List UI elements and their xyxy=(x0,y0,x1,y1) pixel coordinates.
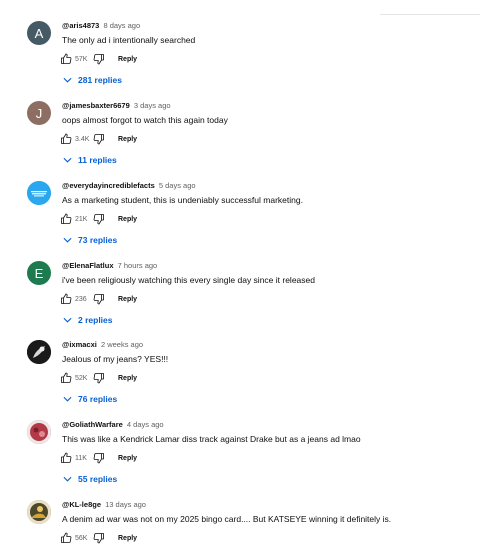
comment-text: A denim ad war was not on my 2025 bingo … xyxy=(62,514,392,524)
thumbs-up-icon xyxy=(61,293,72,304)
comment-text: i've been religiously watching this ever… xyxy=(62,275,315,285)
thumbs-down-icon xyxy=(93,214,104,225)
reply-button[interactable]: Reply xyxy=(118,296,137,303)
like-count: 11K xyxy=(75,454,87,462)
comment-header: @ixmacxi 2 weeks ago xyxy=(62,340,143,350)
channel-logo-image xyxy=(27,181,51,205)
comment-thread: @everydayincrediblefacts 5 days ago As a… xyxy=(0,160,490,245)
avatar-letter: A xyxy=(34,25,44,41)
like-count: 21K xyxy=(75,215,88,223)
reply-button[interactable]: Reply xyxy=(118,455,137,462)
comment-time[interactable]: 2 weeks ago xyxy=(101,340,143,349)
thumbs-up-icon xyxy=(61,213,72,224)
avatar[interactable] xyxy=(27,420,51,444)
comment-author[interactable]: @everydayincrediblefacts xyxy=(62,181,155,190)
reply-button[interactable]: Reply xyxy=(118,56,137,63)
comment-time[interactable]: 13 days ago xyxy=(105,500,146,509)
comment-thread: A @aris4873 8 days ago The only ad i int… xyxy=(0,0,490,85)
profile-photo-image xyxy=(27,340,51,364)
reply-button[interactable]: Reply xyxy=(118,535,137,542)
avatar[interactable] xyxy=(27,500,51,524)
comment-thread: @ixmacxi 2 weeks ago Jealous of my jeans… xyxy=(0,319,490,404)
comment-author[interactable]: @ixmacxi xyxy=(62,340,97,349)
comment-text: This was like a Kendrick Lamar diss trac… xyxy=(62,434,361,444)
comment-time[interactable]: 7 hours ago xyxy=(118,261,158,270)
comment-actions: 52K Reply xyxy=(60,372,137,384)
reply-button[interactable]: Reply xyxy=(118,216,137,223)
avatar-letter: J xyxy=(35,105,43,121)
comment-actions: 21K Reply xyxy=(60,213,137,225)
comment-actions: 57K Reply xyxy=(60,53,137,65)
thumbs-down-icon xyxy=(93,453,104,464)
comment-time[interactable]: 5 days ago xyxy=(159,181,196,190)
like-count: 52K xyxy=(75,374,88,382)
comment-text: As a marketing student, this is undeniab… xyxy=(62,195,303,205)
avatar[interactable]: J xyxy=(27,101,51,125)
like-button[interactable]: 57K xyxy=(60,53,93,65)
comment-header: @aris4873 8 days ago xyxy=(62,21,140,31)
avatar[interactable]: E xyxy=(27,261,51,285)
thumbs-down-icon xyxy=(93,533,104,544)
comment-time[interactable]: 4 days ago xyxy=(127,420,164,429)
thumbs-down-icon xyxy=(93,373,104,384)
comment-header: @jamesbaxter6679 3 days ago xyxy=(62,101,171,111)
comment-actions: 3.4K Reply xyxy=(60,133,137,145)
thumbs-up-icon xyxy=(61,53,72,64)
comment-author[interactable]: @aris4873 xyxy=(62,21,99,30)
comment-time[interactable]: 3 days ago xyxy=(134,101,171,110)
thumbs-up-icon xyxy=(61,452,72,463)
avatar-letter: E xyxy=(34,265,44,281)
thumbs-up-icon xyxy=(61,133,72,144)
like-button[interactable]: 56K xyxy=(60,532,93,544)
like-button[interactable]: 21K xyxy=(60,213,93,225)
thumbs-up-icon xyxy=(61,372,72,383)
comment-time[interactable]: 8 days ago xyxy=(103,21,140,30)
like-button[interactable]: 52K xyxy=(60,372,93,384)
like-count: 3.4K xyxy=(75,135,90,143)
like-button[interactable]: 236 xyxy=(60,293,93,305)
comment-text: The only ad i intentionally searched xyxy=(62,35,196,45)
like-button[interactable]: 11K xyxy=(60,452,93,464)
avatar[interactable] xyxy=(27,340,51,364)
avatar[interactable]: A xyxy=(27,21,51,45)
comment-author[interactable]: @GoliathWarfare xyxy=(62,420,123,429)
like-count: 57K xyxy=(75,55,88,63)
dislike-button[interactable] xyxy=(93,293,105,305)
like-button[interactable]: 3.4K xyxy=(60,133,93,145)
thumbs-down-icon xyxy=(93,54,104,65)
dislike-button[interactable] xyxy=(93,372,105,384)
comment-header: @everydayincrediblefacts 5 days ago xyxy=(62,181,196,191)
profile-photo-image xyxy=(27,420,51,444)
comment-header: @KL-le8ge 13 days ago xyxy=(62,500,146,510)
comment-header: @ElenaFlatlux 7 hours ago xyxy=(62,261,157,271)
comment-thread: E @ElenaFlatlux 7 hours ago i've been re… xyxy=(0,240,490,325)
comment-author[interactable]: @KL-le8ge xyxy=(62,500,101,509)
comment-thread: @KL-le8ge 13 days ago A denim ad war was… xyxy=(0,479,490,559)
thumbs-down-icon xyxy=(93,134,104,145)
comment-thread: @GoliathWarfare 4 days ago This was like… xyxy=(0,399,490,484)
comment-actions: 11K Reply xyxy=(60,452,137,464)
dislike-button[interactable] xyxy=(93,452,105,464)
thumbs-down-icon xyxy=(93,294,104,305)
reply-button[interactable]: Reply xyxy=(118,375,137,382)
comment-author[interactable]: @jamesbaxter6679 xyxy=(62,101,130,110)
dislike-button[interactable] xyxy=(93,133,105,145)
avatar[interactable] xyxy=(27,181,51,205)
comment-author[interactable]: @ElenaFlatlux xyxy=(62,261,114,270)
comment-actions: 56K Reply xyxy=(60,532,137,544)
like-count: 56K xyxy=(75,534,88,542)
reply-button[interactable]: Reply xyxy=(118,136,137,143)
dislike-button[interactable] xyxy=(93,53,105,65)
profile-photo-image xyxy=(27,500,51,524)
comment-actions: 236 Reply xyxy=(60,293,137,305)
comment-header: @GoliathWarfare 4 days ago xyxy=(62,420,164,430)
comment-text: oops almost forgot to watch this again t… xyxy=(62,115,228,125)
comment-text: Jealous of my jeans? YES!!! xyxy=(62,354,169,364)
comment-thread: J @jamesbaxter6679 3 days ago oops almos… xyxy=(0,80,490,165)
like-count: 236 xyxy=(75,295,87,303)
dislike-button[interactable] xyxy=(93,213,105,225)
thumbs-up-icon xyxy=(61,532,72,543)
dislike-button[interactable] xyxy=(93,532,105,544)
